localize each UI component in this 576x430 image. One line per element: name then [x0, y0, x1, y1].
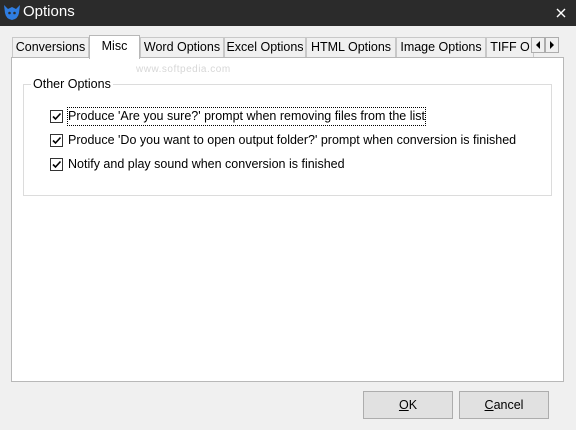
cancel-mnemonic: C: [484, 398, 494, 412]
ok-mnemonic: O: [398, 398, 409, 412]
cancel-button[interactable]: Cancel: [459, 391, 549, 419]
checkmark-icon: [52, 112, 62, 121]
tab-html-options[interactable]: HTML Options: [306, 37, 396, 57]
option-label: Produce 'Are you sure?' prompt when remo…: [66, 107, 427, 126]
close-icon: [556, 8, 566, 18]
notify-sound-checkbox[interactable]: [50, 158, 63, 171]
app-logo-icon: [3, 3, 21, 21]
checkmark-icon: [52, 136, 62, 145]
ok-label: K: [408, 398, 418, 412]
tab-scroll-right-button[interactable]: [545, 37, 559, 53]
chevron-left-icon: [536, 41, 540, 49]
tab-misc[interactable]: Misc: [89, 35, 140, 59]
tab-excel-options[interactable]: Excel Options: [224, 37, 306, 57]
close-button[interactable]: [546, 0, 576, 26]
tab-tiff-options[interactable]: TIFF O: [486, 37, 534, 57]
ok-button[interactable]: OK: [363, 391, 453, 419]
group-title: Other Options: [31, 76, 113, 92]
tab-image-options[interactable]: Image Options: [396, 37, 486, 57]
window-title: Options: [23, 3, 75, 20]
open-output-folder-checkbox[interactable]: [50, 134, 63, 147]
tab-strip: Conversions Misc Word Options Excel Opti…: [12, 35, 564, 59]
tab-scroll-left-button[interactable]: [531, 37, 545, 53]
title-bar: Options: [0, 0, 576, 26]
tab-conversions[interactable]: Conversions: [12, 37, 89, 57]
checkmark-icon: [52, 160, 62, 169]
option-label: Produce 'Do you want to open output fold…: [68, 133, 517, 147]
other-options-group: Other Options Produce 'Are you sure?' pr…: [23, 76, 552, 196]
misc-tab-panel: www.softpedia.com Other Options Produce …: [11, 57, 564, 382]
watermark: www.softpedia.com: [136, 64, 231, 75]
confirm-remove-checkbox[interactable]: [50, 110, 63, 123]
tab-word-options[interactable]: Word Options: [140, 37, 224, 57]
chevron-right-icon: [550, 41, 554, 49]
cancel-label: ancel: [493, 398, 524, 412]
option-label: Notify and play sound when conversion is…: [68, 157, 345, 171]
